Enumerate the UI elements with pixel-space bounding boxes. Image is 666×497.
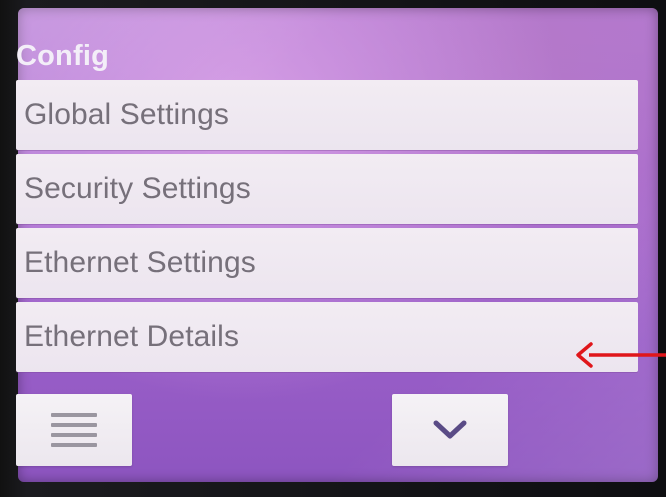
config-menu: Global Settings Security Settings Ethern… <box>16 80 638 376</box>
menu-item-ethernet-settings[interactable]: Ethernet Settings <box>16 228 638 298</box>
hamburger-icon <box>51 407 97 453</box>
menu-item-ethernet-details[interactable]: Ethernet Details <box>16 302 638 372</box>
page-title: Config <box>16 40 110 72</box>
menu-item-label: Security Settings <box>24 172 251 205</box>
menu-button[interactable] <box>16 394 132 466</box>
scroll-down-button[interactable] <box>392 394 508 466</box>
menu-item-label: Ethernet Settings <box>24 246 256 279</box>
chevron-down-icon <box>433 420 467 440</box>
menu-item-global-settings[interactable]: Global Settings <box>16 80 638 150</box>
red-arrow-icon <box>575 340 666 370</box>
menu-item-label: Global Settings <box>24 98 229 131</box>
menu-item-label: Ethernet Details <box>24 320 240 353</box>
menu-item-security-settings[interactable]: Security Settings <box>16 154 638 224</box>
